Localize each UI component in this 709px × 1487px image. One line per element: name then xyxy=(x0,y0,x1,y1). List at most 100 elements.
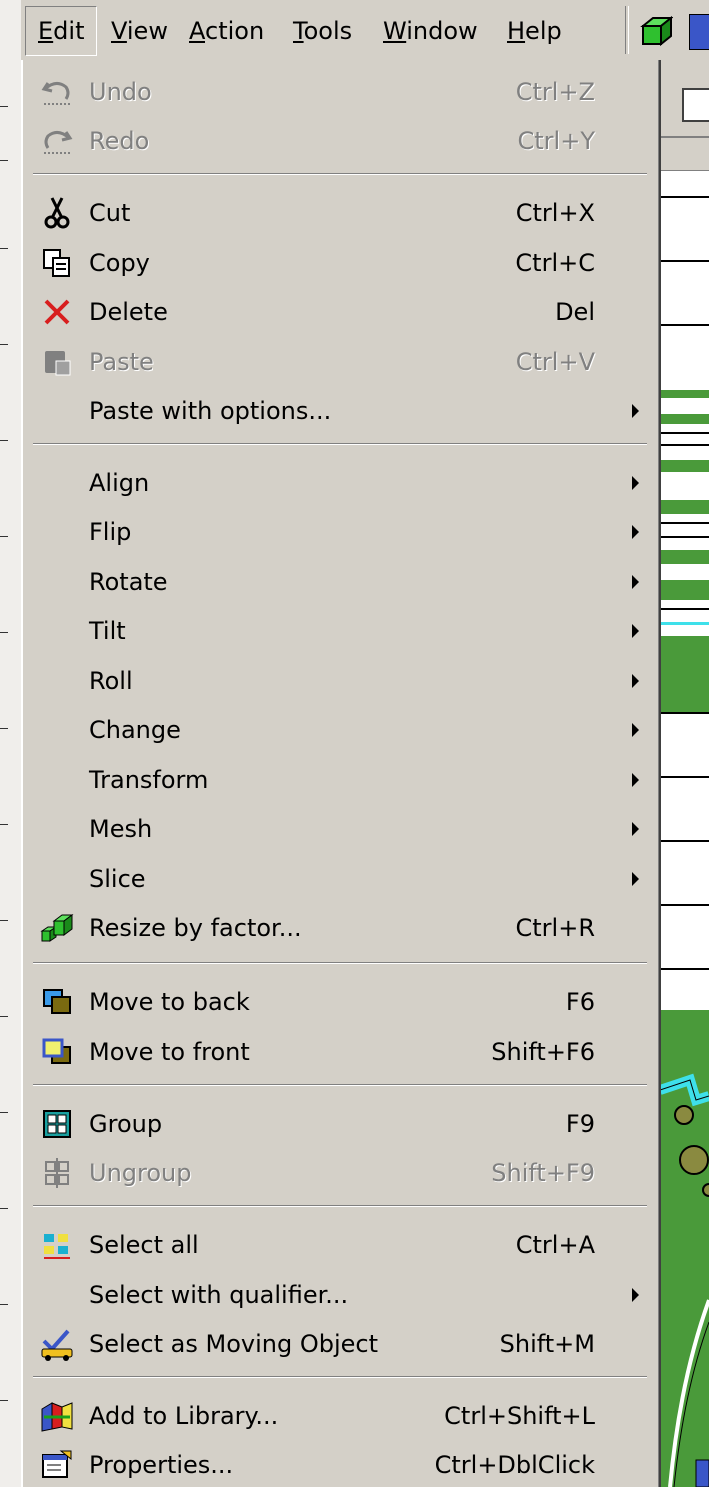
menu-separator xyxy=(33,443,647,445)
resize-icon xyxy=(39,910,75,946)
menu-help[interactable]: Help xyxy=(495,6,574,56)
menu-item-label: Delete xyxy=(89,298,168,326)
ruler-tick xyxy=(0,1400,8,1401)
menu-item-paste-with-options[interactable]: Paste with options... xyxy=(23,389,659,433)
menu-item-mesh[interactable]: Mesh xyxy=(23,807,659,851)
menu-item-properties[interactable]: Properties... Ctrl+DblClick xyxy=(23,1443,659,1487)
menu-item-label: Roll xyxy=(89,667,133,695)
menu-item-shortcut: Ctrl+Z xyxy=(515,78,595,106)
menu-item-select-all[interactable]: Select all Ctrl+A xyxy=(23,1223,659,1267)
menu-view[interactable]: View xyxy=(99,6,180,56)
menu-item-copy[interactable]: Copy Ctrl+C xyxy=(23,241,659,285)
menu-item-label: Paste with options... xyxy=(89,397,332,425)
ruler-tick xyxy=(0,1112,8,1113)
menu-item-label: Redo xyxy=(89,127,150,155)
menu-item-add-to-library[interactable]: Add to Library... Ctrl+Shift+L xyxy=(23,1394,659,1438)
menu-item-redo[interactable]: Redo Ctrl+Y xyxy=(23,119,659,163)
ruler-tick xyxy=(0,1016,8,1017)
menu-item-label: Move to back xyxy=(89,988,250,1016)
moving-object-icon xyxy=(39,1326,75,1362)
background-canvas xyxy=(660,60,709,1487)
menu-item-cut[interactable]: Cut Ctrl+X xyxy=(23,191,659,235)
menu-item-delete[interactable]: Delete Del xyxy=(23,290,659,334)
menu-item-flip[interactable]: Flip xyxy=(23,510,659,554)
menu-window[interactable]: Window xyxy=(371,6,490,56)
ruler-tick xyxy=(0,824,8,825)
menu-item-shortcut: F6 xyxy=(565,988,595,1016)
menu-item-label: Mesh xyxy=(89,815,153,843)
menu-item-move-to-front[interactable]: Move to front Shift+F6 xyxy=(23,1030,659,1074)
menu-separator xyxy=(33,1376,647,1378)
submenu-arrow-icon xyxy=(632,723,639,737)
menu-item-rotate[interactable]: Rotate xyxy=(23,560,659,604)
select-all-icon xyxy=(39,1227,75,1263)
menu-item-label: Flip xyxy=(89,518,132,546)
menu-item-select-with-qualifier[interactable]: Select with qualifier... xyxy=(23,1273,659,1317)
ruler-tick xyxy=(0,1304,8,1305)
menu-item-shortcut: Ctrl+R xyxy=(515,914,596,942)
menu-item-group[interactable]: Group F9 xyxy=(23,1102,659,1146)
scissors-icon xyxy=(39,195,75,231)
menu-item-undo[interactable]: Undo Ctrl+Z xyxy=(23,70,659,114)
menu-action[interactable]: Action xyxy=(177,6,276,56)
ruler-tick xyxy=(0,920,8,921)
menu-item-tilt[interactable]: Tilt xyxy=(23,609,659,653)
menu-item-label: Cut xyxy=(89,199,131,227)
menubar-separator xyxy=(625,6,629,54)
menu-item-label: Add to Library... xyxy=(89,1402,279,1430)
menu-item-change[interactable]: Change xyxy=(23,708,659,752)
menu-item-label: Paste xyxy=(89,348,154,376)
menu-item-label: Transform xyxy=(89,766,209,794)
ruler-tick xyxy=(0,440,8,441)
ruler-tick xyxy=(0,344,8,345)
ruler-tick xyxy=(0,248,8,249)
menu-item-label: Resize by factor... xyxy=(89,914,302,942)
move-to-back-icon xyxy=(39,984,75,1020)
menu-edit[interactable]: Edit xyxy=(25,6,98,56)
menu-item-label: Undo xyxy=(89,78,152,106)
submenu-arrow-icon xyxy=(632,822,639,836)
menu-item-align[interactable]: Align xyxy=(23,461,659,505)
menu-item-label: Properties... xyxy=(89,1451,234,1479)
ungroup-icon xyxy=(39,1155,75,1191)
menu-item-shortcut: Ctrl+A xyxy=(515,1231,595,1259)
move-to-front-icon xyxy=(39,1034,75,1070)
submenu-arrow-icon xyxy=(632,404,639,418)
group-icon xyxy=(39,1106,75,1142)
menu-item-select-as-moving-object[interactable]: Select as Moving Object Shift+M xyxy=(23,1322,659,1366)
menu-item-resize-by-factor[interactable]: Resize by factor... Ctrl+R xyxy=(23,906,659,950)
menu-item-label: Move to front xyxy=(89,1038,250,1066)
green-cube-icon[interactable] xyxy=(639,14,674,48)
menu-item-shortcut: Shift+F6 xyxy=(491,1038,595,1066)
submenu-arrow-icon xyxy=(632,872,639,886)
menu-item-shortcut: Ctrl+V xyxy=(515,348,595,376)
menu-item-move-to-back[interactable]: Move to back F6 xyxy=(23,980,659,1024)
menu-item-ungroup[interactable]: Ungroup Shift+F9 xyxy=(23,1151,659,1195)
grid-icon[interactable] xyxy=(682,88,709,122)
delete-x-icon xyxy=(39,294,75,330)
menu-item-paste[interactable]: Paste Ctrl+V xyxy=(23,340,659,384)
submenu-arrow-icon xyxy=(632,674,639,688)
background-window-edge xyxy=(0,0,22,1487)
menu-item-roll[interactable]: Roll xyxy=(23,659,659,703)
menu-item-label: Ungroup xyxy=(89,1159,192,1187)
menu-item-label: Group xyxy=(89,1110,163,1138)
menu-item-transform[interactable]: Transform xyxy=(23,758,659,802)
properties-icon xyxy=(39,1447,75,1483)
menu-item-label: Align xyxy=(89,469,150,497)
toolbar-icon[interactable] xyxy=(689,14,709,50)
menu-item-label: Select with qualifier... xyxy=(89,1281,349,1309)
ruler-tick xyxy=(0,536,8,537)
menu-separator xyxy=(33,1084,647,1086)
ruler-tick xyxy=(0,632,8,633)
menu-item-shortcut: F9 xyxy=(565,1110,595,1138)
menu-item-slice[interactable]: Slice xyxy=(23,857,659,901)
menu-item-label: Change xyxy=(89,716,181,744)
menu-tools[interactable]: Tools xyxy=(281,6,364,56)
menu-item-shortcut: Ctrl+DblClick xyxy=(434,1451,595,1479)
copy-icon xyxy=(39,245,75,281)
edit-menu-dropdown: Undo Ctrl+Z Redo Ctrl+Y Cut Ctrl+X Copy … xyxy=(21,60,661,1487)
menu-item-label: Select as Moving Object xyxy=(89,1330,379,1358)
submenu-arrow-icon xyxy=(632,476,639,490)
ruler-tick xyxy=(0,106,8,107)
